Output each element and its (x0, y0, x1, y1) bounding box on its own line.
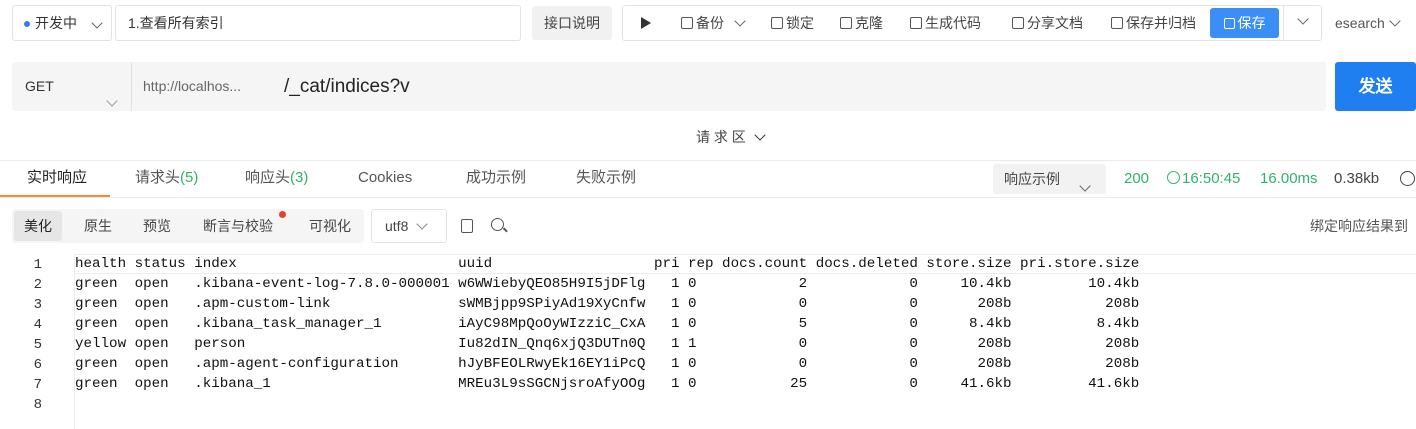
line-number: 1 (33, 257, 42, 273)
chevron-down-icon (1079, 173, 1091, 203)
save-archive-button[interactable]: 保存并归档 (1111, 6, 1196, 40)
method-label: GET (25, 78, 54, 94)
url-bar: GET http://localhos... /_cat/indices?v (12, 62, 1326, 111)
chevron-down-icon (106, 79, 118, 128)
tab-request-headers-count: (5) (180, 169, 199, 186)
line-number: 3 (33, 297, 42, 313)
response-text: health status index uuid pri rep docs.co… (75, 256, 1140, 392)
response-example-select[interactable]: 响应示例 (993, 164, 1106, 194)
run-button[interactable] (641, 6, 651, 40)
response-size: 0.38kb (1334, 170, 1380, 187)
generate-code-button[interactable]: 生成代码 (910, 6, 981, 40)
response-example-label: 响应示例 (1004, 171, 1060, 187)
share-doc-label: 分享文档 (1027, 15, 1083, 31)
code-gutter: 1 2 3 4 5 6 7 8 (0, 254, 74, 429)
tab-response-headers-count: (3) (290, 169, 309, 186)
save-button[interactable]: 保存 (1210, 8, 1279, 38)
status-code: 200 (1124, 170, 1150, 187)
code-icon (910, 17, 922, 29)
backup-icon (681, 17, 693, 29)
response-time-value: 16:50:45 (1182, 170, 1241, 187)
action-toolbar: 备份 锁定 克隆 生成代码 分享文档 保存并归档 保存 (622, 5, 1322, 41)
search-icon-handle (503, 227, 508, 233)
generate-code-label: 生成代码 (925, 15, 981, 31)
status-label: 开发中 (35, 15, 77, 31)
view-tab-visualize[interactable]: 可视化 (299, 210, 361, 242)
request-area-label: 请 求 区 (696, 129, 746, 145)
api-name-text: 1.查看所有索引 (128, 15, 224, 31)
chevron-down-icon (754, 129, 766, 145)
tab-live-response[interactable]: 实时响应 (27, 160, 87, 196)
share-icon (1012, 17, 1024, 29)
tab-request-headers[interactable]: 请求头(5) (135, 160, 198, 196)
chevron-down-icon (91, 17, 103, 33)
tab-success-example[interactable]: 成功示例 (466, 160, 526, 196)
lock-icon (771, 17, 783, 29)
env-select[interactable]: esearch (1325, 5, 1416, 41)
tab-cookies[interactable]: Cookies (358, 160, 412, 196)
save-more-button[interactable] (1283, 6, 1321, 40)
path-input[interactable]: /_cat/indices?v (284, 62, 410, 111)
active-tab-indicator (0, 195, 110, 197)
tab-fail-example[interactable]: 失败示例 (576, 160, 636, 196)
clone-icon (840, 17, 852, 29)
line-number: 5 (33, 337, 42, 353)
clone-label: 克隆 (855, 15, 883, 31)
globe-icon[interactable] (1400, 171, 1415, 186)
line-number: 6 (33, 357, 42, 373)
line-number: 4 (33, 317, 42, 333)
chevron-down-icon (416, 218, 428, 234)
search-icon[interactable] (491, 218, 504, 231)
lock-label: 锁定 (786, 15, 814, 31)
save-label: 保存 (1237, 15, 1266, 31)
play-icon (641, 17, 651, 29)
encoding-select[interactable]: utf8 (371, 209, 447, 243)
tab-response-headers-label: 响应头 (245, 169, 291, 186)
status-dot-icon (24, 21, 30, 27)
chevron-down-icon (734, 15, 746, 31)
api-name-input[interactable]: 1.查看所有索引 (115, 5, 521, 41)
view-tab-raw[interactable]: 原生 (74, 210, 122, 242)
view-tab-pretty[interactable]: 美化 (14, 211, 62, 241)
share-doc-button[interactable]: 分享文档 (1012, 6, 1083, 40)
response-body[interactable]: health status index uuid pri rep docs.co… (75, 254, 1416, 429)
tab-response-headers[interactable]: 响应头(3) (245, 160, 308, 196)
chevron-down-icon (1389, 15, 1401, 31)
clone-button[interactable]: 克隆 (840, 6, 883, 40)
line-number: 8 (33, 397, 42, 413)
env-label: esearch (1335, 15, 1385, 31)
request-area-toggle[interactable]: 请 求 区 (696, 126, 766, 148)
backup-button[interactable]: 备份 (681, 6, 746, 40)
save-archive-label: 保存并归档 (1126, 15, 1196, 31)
encoding-label: utf8 (385, 218, 409, 234)
line-number: 7 (33, 377, 42, 393)
base-url-select[interactable]: http://localhos... (143, 62, 241, 111)
response-time: 16:50:45 (1167, 160, 1240, 198)
line-number: 2 (33, 277, 42, 293)
bind-result-link[interactable]: 绑定响应结果到 (1310, 210, 1408, 242)
send-button[interactable]: 发送 (1335, 62, 1416, 111)
notification-dot-icon (279, 211, 286, 218)
save-icon (1223, 18, 1235, 29)
response-duration: 16.00ms (1260, 170, 1318, 187)
api-doc-button[interactable]: 接口说明 (532, 6, 612, 40)
method-select[interactable]: GET (12, 62, 132, 111)
chevron-down-icon (1296, 13, 1309, 29)
status-select[interactable]: 开发中 (12, 5, 112, 41)
tab-request-headers-label: 请求头 (135, 169, 181, 186)
archive-icon (1111, 17, 1123, 29)
backup-label: 备份 (696, 15, 724, 31)
copy-icon[interactable] (461, 219, 473, 233)
clock-icon (1167, 171, 1180, 184)
lock-button[interactable]: 锁定 (771, 6, 814, 40)
view-tab-assertions[interactable]: 断言与校验 (193, 210, 283, 242)
view-tab-preview[interactable]: 预览 (133, 210, 181, 242)
